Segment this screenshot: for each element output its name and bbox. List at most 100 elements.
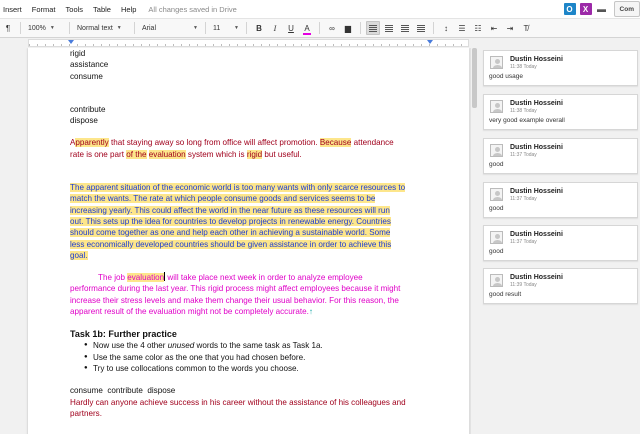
highlighted-line: increasing yearly. This could affect the… [70,205,390,215]
scrollbar-thumb[interactable] [472,48,477,108]
align-justify-button[interactable] [414,21,428,35]
comment-text: good usage [489,73,523,80]
style-value: Normal text [77,24,113,32]
comment-time: 11:38 Today [510,108,537,114]
bulleted-list-icon[interactable]: ☷ [471,21,485,35]
paragraph-promotion: Apparently that staying away so long fro… [70,137,448,160]
comment-author: Dustin Hosseini [510,56,563,63]
style-select[interactable]: Normal text ▼ [74,21,130,35]
menu-help[interactable]: Help [116,5,141,14]
text-line: Hardly can anyone achieve success in his… [70,397,406,407]
comment-text: very good example overall [489,117,565,124]
align-right-button[interactable] [398,21,412,35]
clear-format-icon[interactable]: T̸ [519,21,533,35]
task-heading: Task 1b: Further practice [70,329,177,340]
chevron-down-icon: ▼ [116,25,122,31]
comment-card[interactable]: Dustin Hosseini 11:39 Today good result [483,268,638,304]
highlighted-line: out. This sets up the idea for countries… [70,216,391,226]
italic-button[interactable]: I [268,21,282,35]
emphasized-word: unused [167,341,195,351]
text-run: but useful. [262,149,302,159]
left-indent-marker[interactable] [68,40,74,44]
text-run: rate is one part [70,149,127,159]
toolbar-divider [433,22,434,34]
list-item: Use the same color as the one that you h… [84,352,448,364]
comment-card[interactable]: Dustin Hosseini 11:37 Today good [483,138,638,174]
save-status: All changes saved in Drive [148,4,237,14]
align-center-button[interactable] [382,21,396,35]
list-item: Now use the 4 other unused words to the … [84,340,448,352]
highlighted-word: evaluation [127,273,165,283]
comment-card[interactable]: Dustin Hosseini 11:38 Today good usage [483,50,638,86]
highlighted-word: Because [319,138,352,148]
align-left-button[interactable] [366,21,380,35]
menu-bar: Insert Format Tools Table Help All chang… [0,0,640,18]
outlook-icon[interactable]: O [563,3,576,15]
font-size-select[interactable]: 11 ▼ [210,21,242,35]
menu-tools[interactable]: Tools [61,5,89,14]
menu-insert[interactable]: Insert [0,5,27,14]
line-spacing-icon[interactable]: ↕ [439,21,453,35]
toolbar-divider [360,22,361,34]
zoom-select[interactable]: 100% ▼ [25,21,65,35]
comments-panel: Dustin Hosseini 11:38 Today good usage D… [478,38,640,434]
align-justify-icon [417,24,425,32]
highlighted-line: should come together as one and help eac… [70,228,391,238]
comment-card[interactable]: Dustin Hosseini 11:38 Today very good ex… [483,94,638,130]
comment-time: 11:37 Today [510,152,537,158]
right-indent-marker[interactable] [427,40,433,44]
comment-icon[interactable]: ▆ [341,21,355,35]
comment-author: Dustin Hosseini [510,231,563,238]
paint-format-icon[interactable]: ¶ [1,21,15,35]
document-scrollbar[interactable] [470,48,478,434]
toolbar-divider [134,22,135,34]
highlighted-word: rigid [246,149,263,159]
text-run: The job [98,273,128,283]
document-body[interactable]: rigid assistance consume contribute disp… [70,48,448,419]
comment-card[interactable]: Dustin Hosseini 11:37 Today good [483,182,638,218]
highlighted-line: goal. [70,250,88,260]
text-line: increase their stress levels and make th… [70,295,399,305]
text-line: apparent result of the evaluation might … [70,307,309,317]
decrease-indent-icon[interactable]: ⇤ [487,21,501,35]
link-icon[interactable]: ∞ [325,21,339,35]
menu-table[interactable]: Table [88,5,116,14]
word-consume: consume [70,71,103,81]
font-size-value: 11 [213,24,221,32]
text-color-button[interactable]: A [300,21,314,35]
comment-author: Dustin Hosseini [510,144,563,151]
comment-author: Dustin Hosseini [510,274,563,281]
toolbar-divider [205,22,206,34]
avatar [490,56,503,69]
avatar [490,100,503,113]
comment-author: Dustin Hosseini [510,100,563,107]
highlighted-word: of the [126,149,147,159]
highlighted-line: The apparent situation of the economic w… [70,183,406,193]
align-left-icon [369,24,377,32]
increase-indent-icon[interactable]: ⇥ [503,21,517,35]
toolbar-divider [319,22,320,34]
comment-text: good result [489,291,522,298]
comment-time: 11:37 Today [510,196,537,202]
document-page[interactable]: rigid assistance consume contribute disp… [28,48,469,434]
word-rigid: rigid [70,49,86,58]
text-run: will take place next week in order to an… [165,273,363,283]
comment-text: good [489,161,504,168]
text-run: Now use the 4 other [93,341,168,351]
comment-text: good [489,248,504,255]
comments-button[interactable]: Com [613,1,640,17]
ruler-track[interactable] [28,39,469,47]
underline-button[interactable]: U [284,21,298,35]
numbered-list-icon[interactable]: ☰ [455,21,469,35]
bold-button[interactable]: B [252,21,266,35]
chat-icon[interactable]: ▬ [596,3,608,15]
align-center-icon [385,24,393,32]
align-right-icon [401,24,409,32]
comment-text: good [489,205,504,212]
highlighted-word: pparently [75,138,109,148]
comment-author: Dustin Hosseini [510,188,563,195]
x-app-icon[interactable]: X [579,3,592,15]
menu-format[interactable]: Format [27,5,61,14]
comment-card[interactable]: Dustin Hosseini 11:37 Today good [483,225,638,261]
font-select[interactable]: Arial ▼ [139,21,201,35]
